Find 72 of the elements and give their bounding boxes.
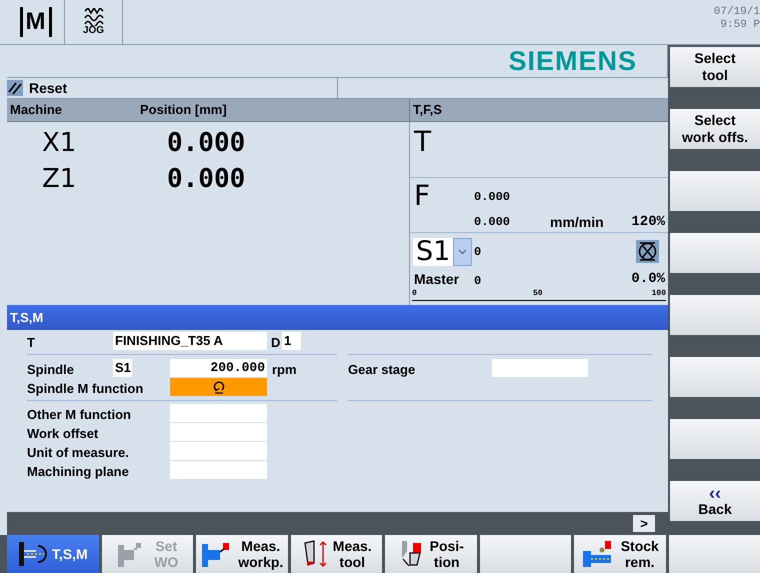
scale-label: 0 [412, 290, 417, 298]
axis-name: Z1 [41, 162, 78, 196]
feed-override: 120% [631, 213, 665, 232]
softkey[interactable]: ‹‹ Back [670, 481, 760, 521]
spindle-speed: 0 [474, 244, 482, 261]
column-header: Position [mm] [140, 101, 227, 120]
softkey[interactable] [480, 535, 571, 573]
field-label: D [271, 334, 280, 352]
field-label: Gear stage [348, 361, 416, 379]
spindle-direction-field[interactable] [170, 378, 267, 396]
field-label: Machining plane [27, 463, 129, 481]
tool-field[interactable]: FINISHING_T35 A [113, 332, 267, 350]
rotation-icon [212, 380, 224, 394]
softkey[interactable] [670, 171, 760, 211]
speed-field[interactable]: 200.000 [170, 359, 267, 377]
softkey[interactable] [670, 295, 760, 335]
back-chevron: ‹‹ [709, 484, 721, 500]
softkey[interactable]: Select tool [670, 47, 760, 87]
tool-label: T [414, 125, 432, 158]
input-field[interactable] [170, 461, 267, 479]
field-label: Other M function [27, 406, 131, 424]
input-field[interactable] [170, 423, 267, 441]
spindle-selector[interactable]: S1 [413, 238, 453, 266]
panel-title: T,F,S [412, 101, 442, 120]
gear-stage-field[interactable] [492, 359, 588, 377]
axis-position: 0.000 [166, 126, 246, 160]
reset-icon [7, 80, 23, 96]
spindle-tool-icon [18, 540, 48, 568]
mode-indicator: M [20, 7, 52, 37]
spindle-override: 0.0% [631, 271, 665, 287]
brand-logo: SIEMENS [508, 48, 637, 74]
time-text: 9:59 P [720, 19, 760, 32]
field-label: Spindle M function [27, 380, 144, 398]
softkey[interactable]: T,S,M [7, 535, 98, 573]
field-label: Work offset [27, 425, 98, 443]
panel-title: T,S,M [9, 308, 44, 327]
chevron-down-icon [458, 249, 467, 255]
softkey[interactable] [670, 419, 760, 459]
feed-setpoint: 0.000 [474, 214, 510, 231]
reset-status: Reset [29, 78, 68, 98]
feed-unit: mm/min [550, 213, 604, 232]
softkey[interactable] [668, 535, 760, 573]
input-field[interactable] [170, 442, 267, 460]
input-field[interactable] [170, 404, 267, 422]
softkey[interactable] [670, 233, 760, 273]
column-header: Machine [9, 101, 64, 120]
wave-icon [84, 8, 104, 26]
feed-label: F [414, 182, 430, 210]
more-button[interactable]: > [633, 515, 655, 532]
spindle-load: 0 [474, 273, 482, 290]
spindle-stop-icon [636, 240, 659, 263]
feed-actual: 0.000 [474, 189, 510, 206]
dropdown-button[interactable] [453, 238, 472, 266]
softkey[interactable]: Meas. tool [290, 535, 382, 573]
field-label: T [27, 334, 35, 352]
spindle-role: Master [414, 271, 460, 287]
softkey[interactable]: Posi- tion [385, 535, 476, 573]
spindle-field[interactable]: S1 [113, 359, 132, 377]
softkey[interactable]: Select work offs. [670, 109, 760, 149]
field-label: Spindle [27, 361, 74, 379]
edge-field[interactable]: 1 [282, 332, 301, 350]
axis-position: 0.000 [166, 162, 246, 196]
date-text: 07/19/1 [714, 6, 760, 19]
scale-label: 100 [652, 290, 666, 298]
softkey[interactable]: Stock rem. [574, 535, 666, 573]
softkey[interactable] [670, 357, 760, 397]
scale-label: 50 [533, 290, 543, 298]
mode-label: JOG [82, 26, 104, 36]
field-label: Unit of measure. [27, 444, 129, 462]
unit-label: rpm [272, 361, 297, 379]
axis-name: X1 [41, 126, 78, 160]
softkey[interactable]: Meas. workp. [196, 535, 288, 573]
